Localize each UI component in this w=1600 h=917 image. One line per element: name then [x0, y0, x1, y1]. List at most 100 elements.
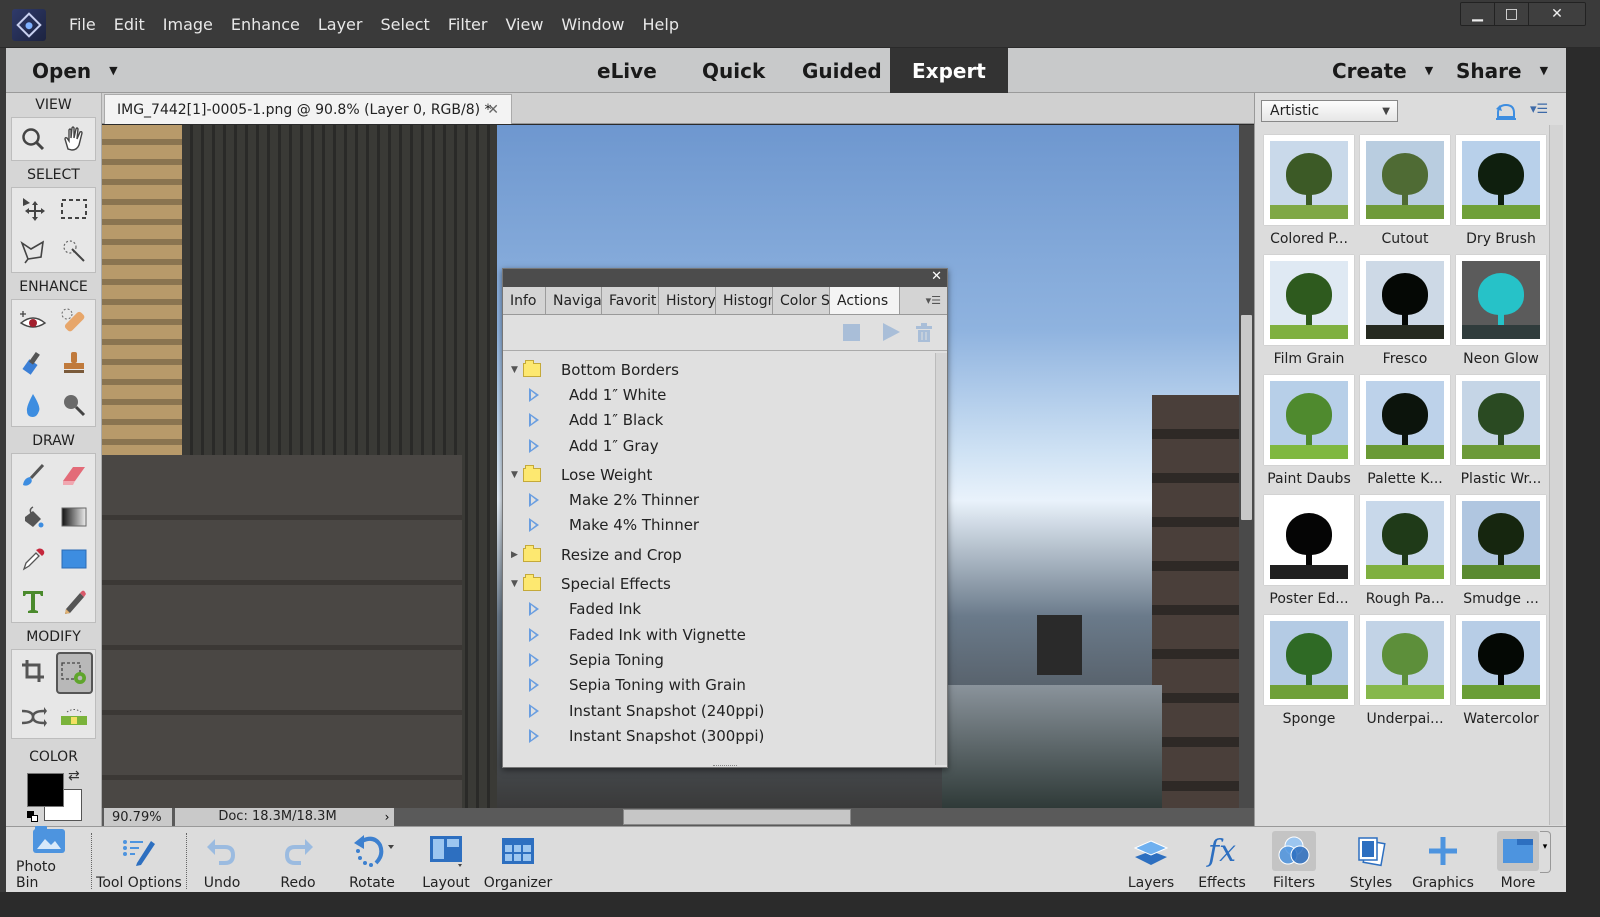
tab-guided[interactable]: Guided: [802, 48, 882, 93]
tab-actions[interactable]: Actions: [830, 287, 900, 314]
layout-button[interactable]: Layout: [416, 827, 476, 893]
tab-navigator[interactable]: Naviga: [546, 287, 602, 314]
reset-filter-icon[interactable]: [1494, 101, 1518, 121]
menu-edit[interactable]: Edit: [105, 15, 154, 34]
filter-thumbnail[interactable]: Paint Daubs: [1261, 375, 1357, 491]
action-item[interactable]: Make 4% Thinner: [503, 513, 947, 538]
close-tab-icon[interactable]: ✕: [487, 102, 499, 118]
panel-menu-icon[interactable]: ▾☰: [900, 287, 947, 314]
trash-icon[interactable]: [915, 323, 933, 343]
effects-button[interactable]: fx Effects: [1194, 827, 1250, 893]
red-eye-tool[interactable]: [12, 300, 54, 342]
filter-thumbnail[interactable]: Smudge ...: [1453, 495, 1549, 611]
expand-triangle-open-icon[interactable]: ▼: [511, 365, 518, 375]
open-button[interactable]: Open ▼: [32, 48, 118, 93]
action-item[interactable]: Add 1″ Gray: [503, 433, 947, 458]
eyedropper-tool[interactable]: [12, 538, 54, 580]
zoom-tool[interactable]: [12, 118, 54, 160]
type-tool[interactable]: [12, 580, 54, 622]
move-tool[interactable]: [12, 188, 54, 230]
smart-brush-tool[interactable]: [12, 342, 54, 384]
organizer-button[interactable]: Organizer: [484, 827, 552, 893]
layers-button[interactable]: Layers: [1124, 827, 1178, 893]
straighten-tool[interactable]: [54, 696, 96, 738]
content-aware-move-tool[interactable]: [12, 696, 54, 738]
gradient-tool[interactable]: [54, 496, 96, 538]
expand-triangle-open-icon[interactable]: ▼: [511, 579, 518, 589]
canvas-vertical-scrollbar[interactable]: [1239, 125, 1254, 808]
filter-thumbnail[interactable]: Fresco: [1357, 255, 1453, 371]
eraser-tool[interactable]: [54, 454, 96, 496]
graphics-button[interactable]: Graphics: [1408, 827, 1478, 893]
filter-category-select[interactable]: Artistic ▼: [1261, 100, 1398, 122]
more-button[interactable]: More: [1492, 827, 1544, 893]
create-button[interactable]: Create ▼: [1332, 48, 1433, 93]
action-item[interactable]: Make 2% Thinner: [503, 487, 947, 512]
action-item[interactable]: Sepia Toning with Grain: [503, 673, 947, 698]
filter-thumbnail[interactable]: Rough Pa...: [1357, 495, 1453, 611]
action-group[interactable]: ▼ Bottom Borders: [503, 357, 947, 382]
filter-thumbnail[interactable]: Neon Glow: [1453, 255, 1549, 371]
expand-triangle-open-icon[interactable]: ▼: [511, 470, 518, 480]
tab-quick[interactable]: Quick: [702, 48, 765, 93]
document-tab[interactable]: IMG_7442[1]-0005-1.png @ 90.8% (Layer 0,…: [104, 94, 512, 124]
scrollbar-thumb[interactable]: [1241, 315, 1252, 520]
quick-selection-tool[interactable]: [54, 230, 96, 272]
action-item[interactable]: Sepia Toning: [503, 647, 947, 672]
filter-thumbnail[interactable]: Colored P...: [1261, 135, 1357, 251]
action-item[interactable]: Instant Snapshot (240ppi): [503, 698, 947, 723]
filter-thumbnail[interactable]: Watercolor: [1453, 615, 1549, 731]
rotate-button[interactable]: Rotate: [342, 827, 402, 893]
tab-history[interactable]: History: [659, 287, 716, 314]
filters-button[interactable]: Filters: [1270, 827, 1318, 893]
marquee-tool[interactable]: [54, 188, 96, 230]
swap-colors-icon[interactable]: ⇄: [68, 768, 80, 784]
menu-file[interactable]: File: [60, 15, 105, 34]
menu-window[interactable]: Window: [552, 15, 633, 34]
lasso-tool[interactable]: [12, 230, 54, 272]
maximize-button[interactable]: □: [1495, 3, 1529, 25]
filter-thumbnail[interactable]: Cutout: [1357, 135, 1453, 251]
panel-header[interactable]: ✕: [503, 269, 947, 287]
menu-select[interactable]: Select: [371, 15, 438, 34]
tool-options-button[interactable]: Tool Options: [96, 827, 182, 893]
action-item[interactable]: Instant Snapshot (300ppi): [503, 723, 947, 748]
more-dropdown-icon[interactable]: ▾: [1540, 831, 1551, 873]
close-window-button[interactable]: ✕: [1529, 3, 1585, 25]
stop-icon[interactable]: [843, 324, 860, 341]
filter-thumbnail[interactable]: Film Grain: [1261, 255, 1357, 371]
action-item[interactable]: Faded Ink: [503, 597, 947, 622]
brush-tool[interactable]: [12, 454, 54, 496]
chevron-down-icon[interactable]: ▼: [109, 64, 117, 77]
tab-elive[interactable]: eLive: [597, 48, 657, 93]
tab-histogram[interactable]: Histogr: [716, 287, 773, 314]
close-panel-icon[interactable]: ✕: [931, 269, 942, 284]
redo-button[interactable]: Redo: [270, 827, 326, 893]
hand-tool[interactable]: [54, 118, 96, 160]
panel-resize-grip[interactable]: [713, 765, 737, 769]
actions-list-scrollbar[interactable]: [935, 353, 947, 765]
shape-tool[interactable]: [54, 538, 96, 580]
spot-healing-tool[interactable]: [54, 300, 96, 342]
menu-help[interactable]: Help: [634, 15, 688, 34]
default-colors-icon[interactable]: [27, 811, 39, 823]
menu-layer[interactable]: Layer: [309, 15, 372, 34]
status-menu-arrow-icon[interactable]: ›: [380, 808, 394, 826]
photo-bin-button[interactable]: Photo Bin: [16, 826, 82, 893]
paint-bucket-tool[interactable]: [12, 496, 54, 538]
tab-expert[interactable]: Expert: [890, 48, 1008, 93]
tab-info[interactable]: Info: [503, 287, 546, 314]
filter-thumbnail[interactable]: Palette K...: [1357, 375, 1453, 491]
action-group[interactable]: ▼ Lose Weight: [503, 462, 947, 487]
filter-thumbnail[interactable]: Sponge: [1261, 615, 1357, 731]
play-icon[interactable]: [883, 323, 900, 341]
crop-tool[interactable]: [12, 650, 54, 692]
sponge-tool[interactable]: [54, 384, 96, 426]
menu-view[interactable]: View: [496, 15, 552, 34]
blur-tool[interactable]: [12, 384, 54, 426]
tab-color-swatches[interactable]: Color S: [773, 287, 830, 314]
tab-favorites[interactable]: Favorit: [602, 287, 659, 314]
zoom-level-field[interactable]: 90.79%: [104, 808, 172, 826]
filter-thumbnail[interactable]: Poster Ed...: [1261, 495, 1357, 611]
action-group[interactable]: ▶ Resize and Crop: [503, 542, 947, 567]
